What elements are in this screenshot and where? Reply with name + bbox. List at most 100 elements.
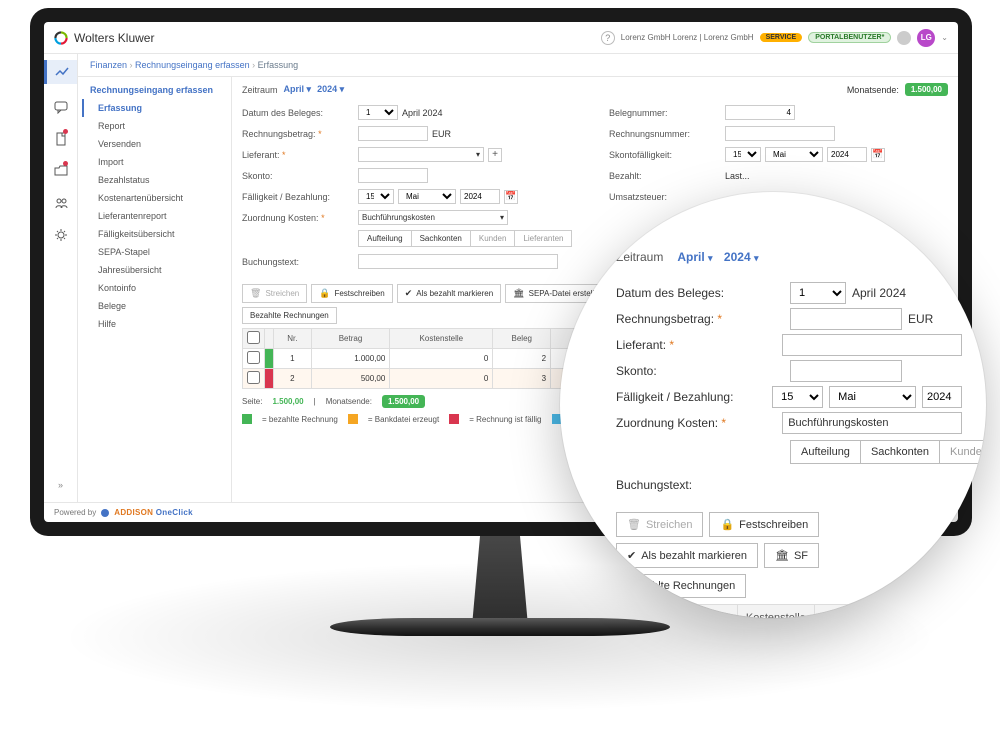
lbl-lieferant: Lieferant: * — [242, 150, 354, 160]
bc-erfassung: Erfassung — [258, 60, 299, 70]
lbl-faelligkeit: Fälligkeit / Bezahlung: — [242, 192, 354, 202]
mag-tab-sachkonten[interactable]: Sachkonten — [861, 441, 940, 463]
mag-sel-supplier[interactable] — [782, 334, 962, 356]
mag-btn-streichen[interactable]: 🗑Streichen — [616, 512, 703, 537]
addison-logo-icon — [100, 508, 110, 518]
mag-btn-als-bezahlt[interactable]: ✔Als bezahlt markieren — [616, 543, 758, 568]
chevron-down-icon[interactable]: ⌄ — [941, 33, 948, 42]
sel-beleg-day[interactable]: 1 — [358, 105, 398, 120]
sidebar-item-report[interactable]: Report — [82, 117, 231, 135]
trash-icon: 🗑 — [250, 288, 261, 299]
btn-festschreiben[interactable]: 🔒Festschreiben — [311, 284, 392, 303]
mag-chk-all[interactable] — [625, 610, 638, 618]
mag-sel-cost[interactable]: Buchführungskosten — [782, 412, 962, 434]
nav-settings-icon[interactable] — [52, 226, 70, 244]
sidebar-item-lieferantenreport[interactable]: Lieferantenreport — [82, 207, 231, 225]
btn-lieferant-add[interactable]: + — [488, 148, 502, 162]
sidebar-item-bezahlstatus[interactable]: Bezahlstatus — [82, 171, 231, 189]
bank-icon: 🏛 — [513, 288, 524, 299]
input-buchungstext[interactable] — [358, 254, 558, 269]
mag-sel-due-month[interactable]: Mai — [829, 386, 916, 408]
lock-icon: 🔒 — [319, 288, 330, 299]
lock-icon: 🔒 — [720, 518, 734, 531]
mag-tab-kunden[interactable]: Kunden — [940, 441, 986, 463]
sel-sf-day[interactable]: 15 — [725, 147, 761, 162]
tab-lieferanten[interactable]: Lieferanten — [515, 231, 571, 246]
sidebar-title: Rechnungseingang erfassen — [82, 81, 231, 99]
sidebar: Rechnungseingang erfassen Erfassung Repo… — [78, 77, 232, 502]
nav-folder-icon[interactable] — [52, 162, 70, 180]
beleg-date-suffix: April 2024 — [402, 108, 443, 118]
chk-row-1[interactable] — [247, 351, 260, 364]
sidebar-item-belege[interactable]: Belege — [82, 297, 231, 315]
help-icon[interactable]: ? — [601, 31, 615, 45]
bc-rechnungseingang[interactable]: Rechnungseingang erfassen — [135, 60, 250, 70]
breadcrumb: Finanzen › Rechnungseingang erfassen › E… — [78, 54, 958, 77]
mag-table: Nr. Betrag Kostenstelle Beleg Rechnungsn… — [616, 604, 973, 618]
sidebar-item-import[interactable]: Import — [82, 153, 231, 171]
sidebar-item-jahresuebersicht[interactable]: Jahresübersicht — [82, 261, 231, 279]
lbl-belegnr: Belegnummer: — [609, 108, 721, 118]
mag-sel-due-day[interactable]: 15 — [772, 386, 823, 408]
tab-aufteilung[interactable]: Aufteilung — [359, 231, 412, 246]
wolters-kluwer-logo-icon — [54, 31, 68, 45]
btn-bezahlte[interactable]: Bezahlte Rechnungen — [242, 307, 337, 324]
sel-sf-month[interactable]: Mai — [765, 147, 823, 162]
sel-lieferant[interactable]: ▾ — [358, 147, 484, 162]
magnifier-overlay: Zeitraum April ▾ 2024 ▾ Datum des Belege… — [560, 192, 986, 618]
mag-btn-bezahlte[interactable]: Bezahlte Rechnungen — [616, 574, 746, 598]
avatar[interactable]: LG — [917, 29, 935, 47]
bc-finanzen[interactable]: Finanzen — [90, 60, 127, 70]
sidebar-item-erfassung[interactable]: Erfassung — [82, 99, 231, 117]
badge-service: SERVICE — [760, 33, 803, 42]
nav-finance-icon[interactable] — [44, 60, 77, 84]
mag-input-amount[interactable] — [790, 308, 902, 330]
period-month[interactable]: April ▾ — [284, 84, 312, 95]
brand: Wolters Kluwer — [54, 31, 154, 45]
lbl-skontofaelligkeit: Skontofälligkeit: — [609, 150, 721, 160]
chk-all[interactable] — [247, 331, 260, 344]
nav-users-icon[interactable] — [52, 194, 70, 212]
mag-btn-sepa[interactable]: 🏛SF — [764, 543, 819, 568]
input-due-year[interactable] — [460, 189, 500, 204]
sidebar-item-hilfe[interactable]: Hilfe — [82, 315, 231, 333]
input-rechnungsnr[interactable] — [725, 126, 835, 141]
mag-tab-aufteilung[interactable]: Aufteilung — [791, 441, 861, 463]
mag-period: Zeitraum April ▾ 2024 ▾ — [616, 250, 962, 264]
lbl-umsatzsteuer: Umsatzsteuer: — [609, 192, 721, 202]
calendar-icon[interactable]: 📅 — [504, 190, 518, 204]
input-sf-year[interactable] — [827, 147, 867, 162]
lbl-buchungstext: Buchungstext: — [242, 257, 354, 267]
calendar-icon-2[interactable]: 📅 — [871, 148, 885, 162]
bank-icon: 🏛 — [775, 549, 789, 562]
sel-due-day[interactable]: 15 — [358, 189, 394, 204]
mag-sel-day[interactable]: 1 — [790, 282, 846, 304]
tab-kunden[interactable]: Kunden — [471, 231, 516, 246]
mag-btn-festschreiben[interactable]: 🔒Festschreiben — [709, 512, 819, 537]
btn-streichen[interactable]: 🗑Streichen — [242, 284, 307, 303]
sidebar-item-kontoinfo[interactable]: Kontoinfo — [82, 279, 231, 297]
nav-chat-icon[interactable] — [52, 98, 70, 116]
btn-als-bezahlt[interactable]: ✔Als bezahlt markieren — [397, 284, 501, 303]
mag-input-skonto[interactable] — [790, 360, 902, 382]
sidebar-item-sepa-stapel[interactable]: SEPA-Stapel — [82, 243, 231, 261]
sidebar-expand-icon[interactable]: » — [52, 476, 70, 494]
input-rechnungsbetrag[interactable] — [358, 126, 428, 141]
sidebar-item-kostenarten[interactable]: Kostenartenübersicht — [82, 189, 231, 207]
mag-input-due-year[interactable] — [922, 386, 962, 408]
page-label: Seite: — [242, 397, 262, 406]
period-row: Zeitraum April ▾ 2024 ▾ Monatsende: 1.50… — [242, 83, 948, 96]
check-icon: ✔ — [627, 549, 636, 562]
trash-icon: 🗑 — [627, 518, 641, 531]
input-belegnr[interactable] — [725, 105, 795, 120]
nav-document-icon[interactable] — [52, 130, 70, 148]
sel-due-month[interactable]: Mai — [398, 189, 456, 204]
sidebar-item-faelligkeit[interactable]: Fälligkeitsübersicht — [82, 225, 231, 243]
sidebar-item-versenden[interactable]: Versenden — [82, 135, 231, 153]
tab-sachkonten[interactable]: Sachkonten — [412, 231, 471, 246]
sel-zuordnung[interactable]: Buchführungskosten▾ — [358, 210, 508, 225]
chk-row-2[interactable] — [247, 371, 260, 384]
input-skonto[interactable] — [358, 168, 428, 183]
month-end-label: Monatsende: — [847, 85, 899, 95]
period-year[interactable]: 2024 ▾ — [317, 84, 344, 95]
